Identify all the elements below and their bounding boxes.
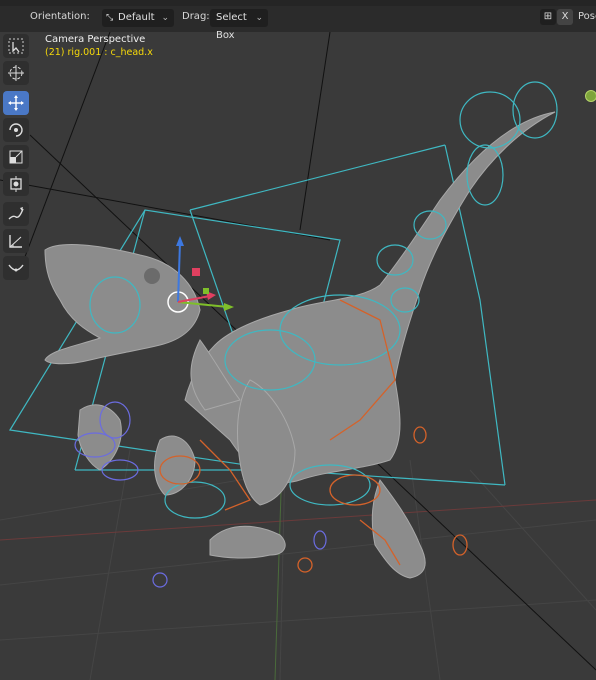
3d-viewport[interactable] — [0, 32, 596, 680]
move-icon — [8, 95, 24, 111]
active-object-label: (21) rig.001 : c_head.x — [45, 47, 153, 58]
viewport-header: Orientation: ⤡ Default ⌄ Drag: Select Bo… — [0, 0, 596, 41]
orientation-value: Default — [118, 12, 155, 23]
top-strip — [0, 0, 596, 6]
scale-icon — [9, 150, 23, 164]
chevron-down-icon: ⌄ — [161, 13, 169, 23]
select-box-tool[interactable] — [3, 34, 29, 58]
transform-icon — [10, 176, 22, 192]
navigation-gizmo-dot[interactable] — [585, 90, 596, 102]
x-axis-line — [0, 499, 596, 541]
drag-label: Drag: — [182, 11, 210, 22]
drag-dropdown[interactable]: Select Box ⌄ — [210, 9, 268, 41]
transform-tool[interactable] — [3, 172, 29, 196]
scale-tool[interactable] — [3, 145, 29, 169]
move-tool[interactable] — [3, 91, 29, 115]
rotate-tool[interactable] — [3, 118, 29, 142]
tool-shelf — [3, 34, 31, 283]
relax-tool[interactable] — [3, 256, 29, 280]
scene-render — [0, 32, 596, 680]
rotate-icon — [9, 123, 23, 137]
overlay-toggle-icon[interactable]: ⊞ — [540, 9, 556, 25]
cursor-icon — [8, 65, 24, 81]
orientation-icon: ⤡ — [106, 13, 114, 23]
raptor-eye — [144, 268, 160, 284]
orientation-label: Orientation: — [30, 11, 90, 22]
close-icon[interactable]: X — [557, 9, 573, 25]
chevron-down-icon: ⌄ — [255, 13, 263, 23]
select-box-icon — [8, 38, 24, 54]
measure-tool[interactable] — [3, 229, 29, 253]
cursor-tool[interactable] — [3, 61, 29, 85]
annotate-icon — [8, 207, 24, 220]
measure-icon — [9, 235, 22, 248]
viewport-title: Camera Perspective — [45, 34, 146, 45]
orientation-dropdown[interactable]: ⤡ Default ⌄ — [102, 9, 174, 27]
pose-menu[interactable]: Pose — [578, 11, 596, 22]
annotate-tool[interactable] — [3, 202, 29, 226]
relax-icon — [8, 264, 24, 272]
